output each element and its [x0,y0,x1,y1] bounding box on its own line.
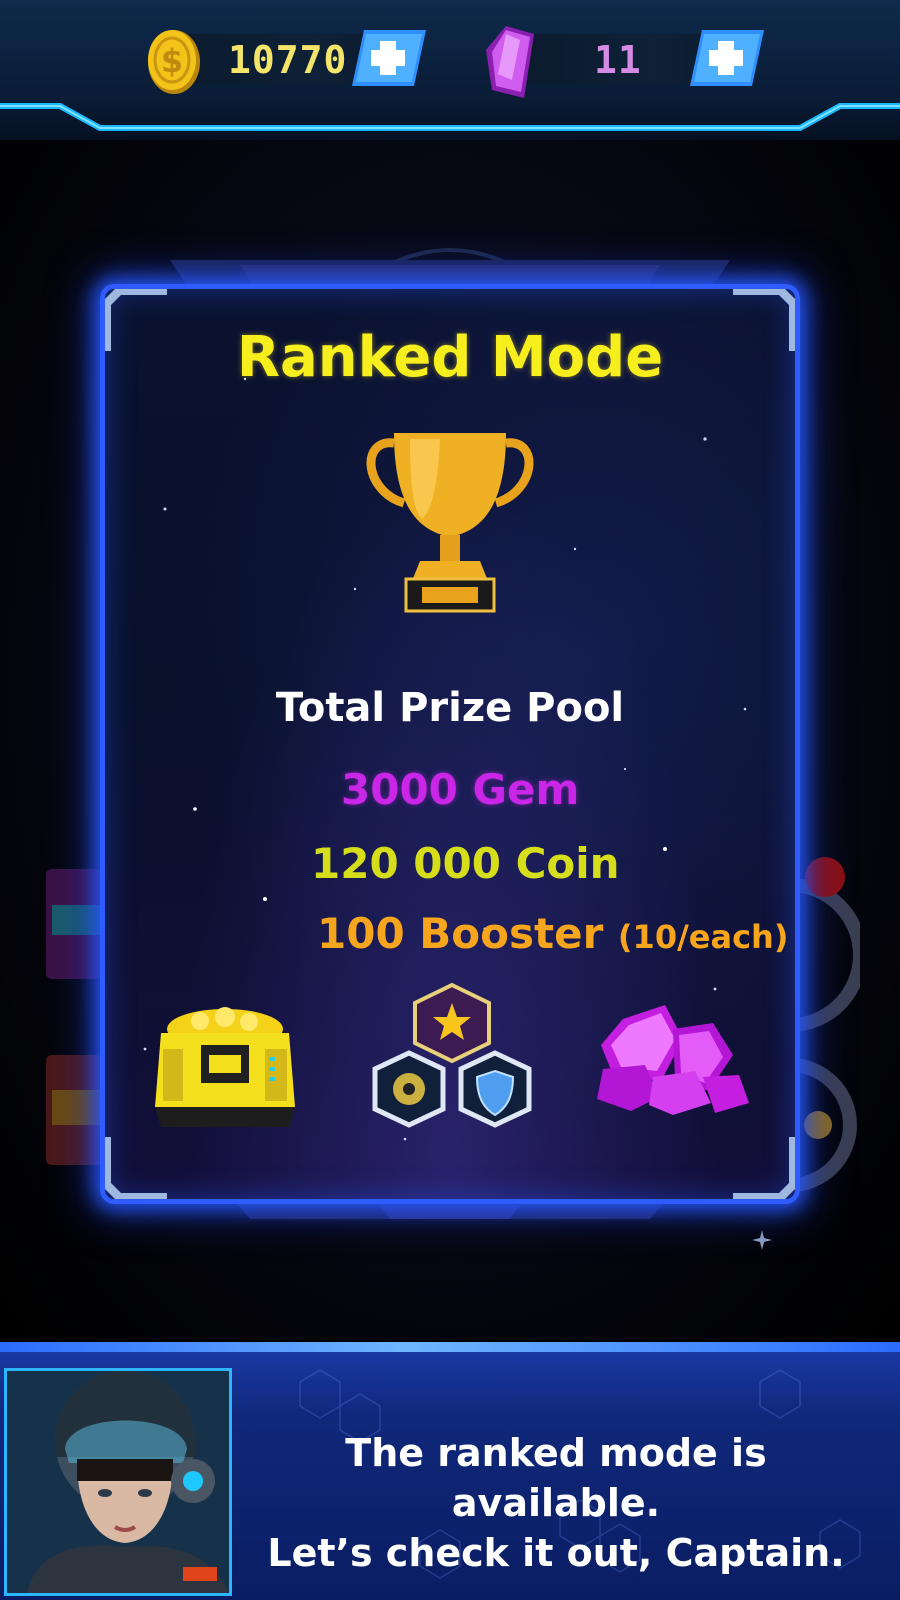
pilot-portrait-icon [7,1371,229,1593]
dialogue-line-1: The ranked mode is available. [345,1431,767,1525]
coin-chest-icon [155,1007,295,1127]
sparkle-icon [752,1230,772,1250]
coin-amount: 10770 [228,38,348,82]
buy-gems-button[interactable] [690,30,764,86]
ranked-mode-modal: Ranked Mode Total Prize Pool 3000 Gem 12… [100,284,800,1204]
coin-icon: $ [148,30,200,94]
background-panel-top [170,248,730,290]
buy-coins-button[interactable] [352,30,426,86]
prize-coin-amount: 120 000 Coin [311,839,620,888]
background-side-menu-left [46,869,102,1165]
dialogue-top-border [0,1342,900,1352]
trophy-icon [366,433,534,613]
dialogue-message: The ranked mode is available. Let’s chec… [236,1428,876,1578]
prize-gem-amount: 3000 Gem [341,765,580,814]
prize-booster-note: (10/each) [617,918,789,956]
gem-amount: 11 [594,38,642,82]
prize-booster-line: 100 Booster (10/each) [317,909,788,958]
corner-bracket-bottom-left [105,1137,167,1199]
svg-text:$: $ [161,42,183,80]
coin-counter: $ 10770 [146,30,426,94]
gem-counter: 11 [484,26,764,98]
booster-pack-icon [372,982,532,1128]
topbar-neon-trim [0,103,900,131]
corner-bracket-bottom-right [733,1137,795,1199]
gem-icon [486,26,534,98]
gem-pile-icon [597,1005,749,1115]
prize-pool-label: Total Prize Pool [275,685,625,731]
dialogue-line-2: Let’s check it out, Captain. [267,1531,845,1575]
prize-booster-amount: 100 Booster [317,909,604,958]
background-side-menu-right [790,857,860,1192]
currency-bar: $ 10770 11 [0,0,900,140]
captain-dialogue: The ranked mode is available. Let’s chec… [0,1342,900,1600]
captain-avatar [4,1368,232,1596]
modal-title: Ranked Mode [236,325,664,390]
